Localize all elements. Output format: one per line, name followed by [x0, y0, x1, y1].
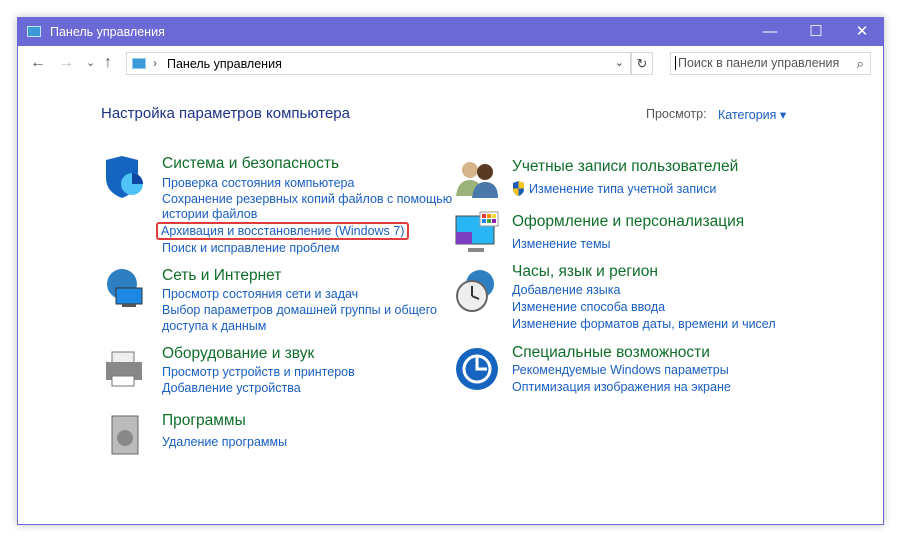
address-bar[interactable]: › Панель управления ⌄: [126, 52, 631, 75]
category-ease-of-access[interactable]: Специальные возможности: [512, 344, 710, 362]
control-panel-window: Панель управления — ☐ ✕ ← → ⌄ ↑ › Панель…: [17, 17, 884, 525]
link-check-computer-status[interactable]: Проверка состояния компьютера: [162, 176, 354, 190]
minimize-button[interactable]: —: [747, 18, 793, 46]
link-add-language[interactable]: Добавление языка: [512, 283, 620, 297]
network-icon: [107, 269, 143, 307]
chevron-right-icon: ›: [153, 56, 157, 70]
link-troubleshoot[interactable]: Поиск и исправление проблем: [162, 241, 340, 255]
link-recommended-settings[interactable]: Рекомендуемые Windows параметры: [512, 363, 729, 377]
category-clock-region[interactable]: Часы, язык и регион: [512, 263, 658, 281]
category-user-accounts[interactable]: Учетные записи пользователей: [512, 158, 738, 176]
category-network-internet[interactable]: Сеть и Интернет: [162, 267, 281, 285]
users-icon: [456, 162, 498, 198]
view-label: Просмотр:: [646, 107, 707, 121]
recent-locations-button[interactable]: ⌄: [86, 56, 95, 69]
link-backup-restore[interactable]: Архивация и восстановление (Windows 7): [156, 222, 410, 240]
chevron-down-icon[interactable]: ⌄: [615, 56, 624, 69]
clock-icon: [456, 270, 494, 312]
category-appearance[interactable]: Оформление и персонализация: [512, 213, 744, 231]
shield-icon: [106, 156, 143, 198]
refresh-button[interactable]: ↻: [631, 52, 653, 75]
programs-icon: [111, 415, 139, 455]
page-title: Настройка параметров компьютера: [101, 105, 350, 122]
link-homegroup-cont[interactable]: доступа к данным: [162, 319, 266, 333]
link-network-status[interactable]: Просмотр состояния сети и задач: [162, 287, 358, 301]
close-button[interactable]: ✕: [839, 18, 885, 46]
search-box[interactable]: ⌕: [670, 52, 871, 75]
link-optimize-display[interactable]: Оптимизация изображения на экране: [512, 380, 731, 394]
up-button[interactable]: ↑: [104, 54, 112, 72]
breadcrumb[interactable]: Панель управления: [167, 57, 282, 71]
link-homegroup[interactable]: Выбор параметров домашней группы и общег…: [162, 303, 437, 317]
link-change-theme[interactable]: Изменение темы: [512, 237, 611, 251]
forward-button[interactable]: →: [58, 54, 74, 72]
maximize-button[interactable]: ☐: [793, 18, 839, 46]
link-add-device[interactable]: Добавление устройства: [162, 381, 301, 395]
printer-icon: [106, 351, 142, 387]
category-system-security[interactable]: Система и безопасность: [162, 155, 339, 173]
window-title: Панель управления: [50, 25, 165, 39]
link-change-formats[interactable]: Изменение форматов даты, времени и чисел: [512, 317, 776, 331]
link-file-history-cont[interactable]: истории файлов: [162, 207, 257, 221]
link-file-history[interactable]: Сохранение резервных копий файлов с помо…: [162, 192, 452, 206]
title-bar: Панель управления — ☐ ✕: [18, 18, 883, 46]
search-icon[interactable]: ⌕: [857, 56, 864, 72]
category-programs[interactable]: Программы: [162, 412, 246, 430]
search-input[interactable]: [675, 56, 845, 70]
link-change-input[interactable]: Изменение способа ввода: [512, 300, 665, 314]
display-icon: [455, 211, 499, 252]
accessibility-icon: [456, 348, 498, 390]
navigation-bar: ← → ⌄ ↑ › Панель управления ⌄ ↻ ⌕: [18, 46, 883, 80]
view-category-dropdown[interactable]: Категория ▾: [718, 107, 786, 122]
link-uninstall-program[interactable]: Удаление программы: [162, 435, 287, 449]
link-change-account-type[interactable]: Изменение типа учетной записи: [529, 182, 716, 196]
control-panel-icon: [27, 26, 41, 37]
uac-shield-icon: [513, 181, 524, 196]
link-devices-printers[interactable]: Просмотр устройств и принтеров: [162, 365, 355, 379]
back-button[interactable]: ←: [30, 54, 46, 72]
category-hardware-sound[interactable]: Оборудование и звук: [162, 345, 314, 363]
control-panel-icon: [132, 58, 146, 69]
